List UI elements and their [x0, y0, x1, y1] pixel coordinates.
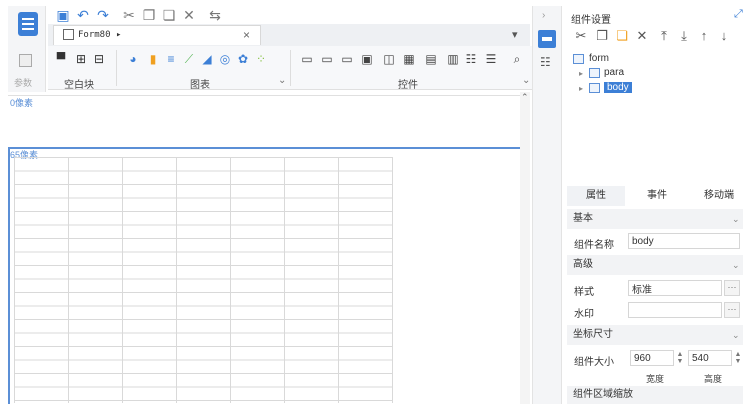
form-icon — [63, 29, 74, 40]
panel-copy-icon[interactable]: ❐ — [594, 28, 610, 44]
body-node-icon — [589, 83, 600, 93]
name-label: 组件名称 — [574, 240, 614, 251]
style-more-button[interactable]: ··· — [724, 280, 740, 296]
section-basic-chevron-icon[interactable]: ⌄ — [732, 214, 740, 225]
radar-chart-icon[interactable]: ✿ — [236, 52, 250, 66]
group-label-blank: 空白块 — [64, 80, 94, 91]
area-chart-icon[interactable]: ◢ — [200, 52, 214, 66]
watermark-input[interactable] — [628, 302, 722, 318]
panel-title: 组件设置 — [571, 15, 611, 26]
vertical-scrollbar[interactable] — [520, 92, 530, 404]
section-advanced[interactable]: 高级 — [567, 255, 743, 275]
width-sub-label: 宽度 — [646, 374, 665, 384]
scatter-chart-icon[interactable]: ⁘ — [254, 52, 268, 66]
list-control-icon[interactable]: ▤ — [424, 52, 438, 66]
control-group-chevron-icon[interactable]: ⌄ — [522, 75, 530, 86]
scroll-up-icon[interactable]: ⌃ — [521, 92, 529, 103]
number-box-icon[interactable]: ▭ — [320, 52, 334, 66]
component-settings-icon[interactable] — [538, 30, 556, 48]
undo-icon[interactable]: ↶ — [74, 4, 92, 26]
checkbox-control-icon[interactable]: ☰ — [484, 52, 498, 66]
tab-menu-icon[interactable]: ▾ — [512, 28, 518, 41]
parameter-label: 参数 — [14, 78, 33, 88]
data-settings-icon[interactable]: ☷ — [540, 55, 551, 69]
para-node-icon — [589, 68, 600, 78]
height-spinner-icon[interactable]: ▲ ▼ — [734, 351, 742, 365]
width-spinner-icon[interactable]: ▲ ▼ — [676, 351, 684, 365]
section-area-scale[interactable]: 组件区域缩放 — [567, 386, 743, 404]
parameter-icon[interactable] — [19, 54, 32, 67]
block-grid-icon[interactable]: ⊟ — [92, 52, 106, 66]
block-dark-icon[interactable]: ▀ — [54, 52, 68, 66]
section-basic[interactable]: 基本 — [567, 209, 743, 229]
move-top-icon[interactable]: ⤒ — [656, 28, 672, 44]
watermark-more-button[interactable]: ··· — [724, 302, 740, 318]
delete-icon[interactable]: ✕ — [180, 4, 198, 26]
form-node-icon — [573, 54, 584, 64]
collapse-arrow-icon[interactable]: › — [542, 10, 545, 21]
group-label-chart: 图表 — [190, 80, 210, 91]
format-brush-icon[interactable]: ⇆ — [206, 4, 224, 26]
search-control-icon[interactable]: ⌕ — [510, 52, 524, 66]
para-block[interactable] — [8, 95, 522, 147]
width-input[interactable] — [630, 350, 674, 366]
button-control-icon[interactable]: ▭ — [340, 52, 354, 66]
body-grid — [14, 157, 393, 403]
tab-mobile[interactable]: 移动端 — [690, 186, 748, 206]
calendar-control-icon[interactable]: ▦ — [402, 52, 416, 66]
ribbon — [48, 46, 536, 90]
hbar-chart-icon[interactable]: ≡ — [164, 52, 178, 66]
panel-cut-icon[interactable]: ✂ — [573, 28, 589, 44]
section-coords[interactable]: 坐标尺寸 — [567, 325, 743, 345]
line-chart-icon[interactable]: ⟋ — [182, 52, 196, 66]
tree-node-body[interactable]: body — [604, 82, 632, 93]
panel-expand-icon[interactable]: ⤢ — [734, 8, 743, 21]
radio-control-icon[interactable]: ☷ — [464, 52, 478, 66]
section-advanced-chevron-icon[interactable]: ⌄ — [732, 260, 740, 271]
style-label: 样式 — [574, 287, 594, 298]
style-input[interactable] — [628, 280, 722, 296]
block-split-icon[interactable]: ⊞ — [74, 52, 88, 66]
cut-icon[interactable]: ✂ — [120, 4, 138, 26]
save-icon[interactable]: ▣ — [54, 4, 72, 26]
tree-node-form[interactable]: form — [589, 53, 609, 64]
bar-chart-icon[interactable]: ▮ — [146, 52, 160, 66]
pie-chart-icon[interactable]: ◕ — [126, 52, 140, 66]
height-input[interactable] — [688, 350, 732, 366]
redo-icon[interactable]: ↷ — [94, 4, 112, 26]
paste-icon[interactable]: ❏ — [160, 4, 178, 26]
tree-node-para[interactable]: para — [604, 67, 624, 78]
tab-label: Form80 ▸ — [78, 30, 122, 40]
tree-control-icon[interactable]: ▥ — [446, 52, 460, 66]
para-height-label: 0像素 — [10, 98, 34, 108]
text-box-icon[interactable]: ▭ — [300, 52, 314, 66]
main-menu-icon[interactable] — [18, 12, 38, 36]
chart-group-chevron-icon[interactable]: ⌄ — [278, 75, 286, 86]
height-sub-label: 高度 — [704, 374, 723, 384]
tab-events[interactable]: 事件 — [628, 186, 686, 206]
panel-delete-icon[interactable]: ✕ — [634, 28, 650, 44]
dropdown-control-icon[interactable]: ▣ — [360, 52, 374, 66]
name-input[interactable] — [628, 233, 740, 249]
panel-paste-icon[interactable]: ❏ — [614, 28, 630, 44]
tree-expand-body-icon[interactable]: ▸ — [579, 84, 583, 93]
gauge-chart-icon[interactable]: ◎ — [218, 52, 232, 66]
tab-close-icon[interactable]: × — [243, 28, 250, 42]
tree-expand-para-icon[interactable]: ▸ — [579, 69, 583, 78]
date-control-icon[interactable]: ◫ — [382, 52, 396, 66]
separator — [290, 50, 291, 86]
tab-properties[interactable]: 属性 — [567, 186, 625, 206]
move-up-icon[interactable]: ↑ — [696, 28, 712, 44]
quick-toolbar: ▣ ↶ ↷ ✂ ❐ ❏ ✕ ⇆ — [48, 4, 528, 26]
size-label: 组件大小 — [574, 357, 614, 368]
section-coords-chevron-icon[interactable]: ⌄ — [732, 330, 740, 341]
copy-icon[interactable]: ❐ — [140, 4, 158, 26]
group-label-control: 控件 — [398, 80, 418, 91]
watermark-label: 水印 — [574, 309, 594, 320]
separator — [116, 50, 117, 86]
move-down-icon[interactable]: ↓ — [716, 28, 732, 44]
move-bottom-icon[interactable]: ⤓ — [676, 28, 692, 44]
